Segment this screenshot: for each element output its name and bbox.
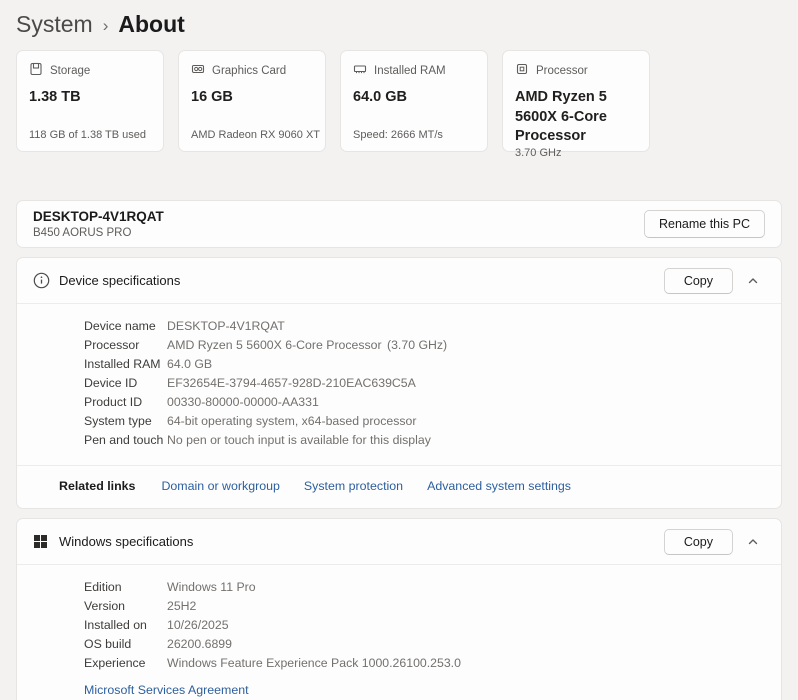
spec-row-version: Version 25H2 xyxy=(17,597,781,616)
storage-card[interactable]: Storage 1.38 TB 118 GB of 1.38 TB used xyxy=(16,50,164,152)
summary-cards-row: Storage 1.38 TB 118 GB of 1.38 TB used G… xyxy=(16,50,782,152)
graphics-card-icon xyxy=(191,62,205,79)
device-name: DESKTOP-4V1RQAT xyxy=(33,209,164,224)
windows-specifications-title: Windows specifications xyxy=(59,534,193,549)
rename-pc-button[interactable]: Rename this PC xyxy=(644,210,765,238)
processor-card-value: AMD Ryzen 5 5600X 6-Core Processor xyxy=(515,88,637,147)
device-specifications-header[interactable]: Device specifications Copy xyxy=(17,258,781,303)
spec-row-installed-on: Installed on 10/26/2025 xyxy=(17,616,781,635)
related-links-label: Related links xyxy=(59,479,135,493)
windows-specs-list: Edition Windows 11 Pro Version 25H2 Inst… xyxy=(17,565,781,700)
processor-card-label: Processor xyxy=(536,65,588,77)
chevron-right-icon: › xyxy=(103,14,109,36)
graphics-card-detail: AMD Radeon RX 9060 XT xyxy=(191,129,313,141)
spec-row-experience: Experience Windows Feature Experience Pa… xyxy=(17,654,781,673)
device-specs-list: Device name DESKTOP-4V1RQAT Processor AM… xyxy=(17,304,781,465)
graphics-card-label: Graphics Card xyxy=(212,65,286,77)
device-specifications-section: Device specifications Copy Device name D… xyxy=(16,257,782,509)
storage-icon xyxy=(29,62,43,79)
ram-icon xyxy=(353,62,367,79)
microsoft-links: Microsoft Services Agreement Microsoft S… xyxy=(17,673,781,700)
info-icon xyxy=(33,272,59,289)
processor-icon xyxy=(515,62,529,79)
breadcrumb-system[interactable]: System xyxy=(16,11,93,38)
installed-ram-card-detail: Speed: 2666 MT/s xyxy=(353,129,475,141)
processor-clock-speed: (3.70 GHz) xyxy=(387,336,447,355)
link-domain-or-workgroup[interactable]: Domain or workgroup xyxy=(161,479,279,493)
graphics-card-value: 16 GB xyxy=(191,88,313,108)
device-name-card: DESKTOP-4V1RQAT B450 AORUS PRO Rename th… xyxy=(16,200,782,248)
storage-card-label: Storage xyxy=(50,65,90,77)
graphics-card-card[interactable]: Graphics Card 16 GB AMD Radeon RX 9060 X… xyxy=(178,50,326,152)
link-microsoft-services-agreement[interactable]: Microsoft Services Agreement xyxy=(84,682,781,698)
chevron-up-icon[interactable] xyxy=(737,265,769,297)
page-title: About xyxy=(118,11,184,38)
breadcrumb: System › About xyxy=(16,0,782,50)
windows-specs-copy-button[interactable]: Copy xyxy=(664,529,733,555)
device-model: B450 AORUS PRO xyxy=(33,227,164,239)
spec-row-installed-ram: Installed RAM 64.0 GB xyxy=(17,355,781,374)
spec-row-os-build: OS build 26200.6899 xyxy=(17,635,781,654)
windows-specifications-section: Windows specifications Copy Edition Wind… xyxy=(16,518,782,700)
device-identity: DESKTOP-4V1RQAT B450 AORUS PRO xyxy=(33,209,164,239)
windows-specifications-header[interactable]: Windows specifications Copy xyxy=(17,519,781,564)
storage-card-detail: 118 GB of 1.38 TB used xyxy=(29,129,151,141)
spec-row-product-id: Product ID 00330-80000-00000-AA331 xyxy=(17,393,781,412)
link-system-protection[interactable]: System protection xyxy=(304,479,403,493)
processor-card[interactable]: Processor AMD Ryzen 5 5600X 6-Core Proce… xyxy=(502,50,650,152)
spec-row-processor: Processor AMD Ryzen 5 5600X 6-Core Proce… xyxy=(17,336,781,355)
spec-row-edition: Edition Windows 11 Pro xyxy=(17,578,781,597)
storage-card-value: 1.38 TB xyxy=(29,88,151,108)
about-settings-page: System › About Storage 1.38 TB 118 GB of… xyxy=(0,0,798,700)
processor-card-detail: 3.70 GHz xyxy=(515,147,637,159)
spec-row-device-name: Device name DESKTOP-4V1RQAT xyxy=(17,317,781,336)
installed-ram-card-value: 64.0 GB xyxy=(353,88,475,108)
device-specs-copy-button[interactable]: Copy xyxy=(664,268,733,294)
spec-row-system-type: System type 64-bit operating system, x64… xyxy=(17,412,781,431)
installed-ram-card-label: Installed RAM xyxy=(374,65,446,77)
windows-logo-icon xyxy=(33,534,59,549)
chevron-up-icon[interactable] xyxy=(737,526,769,558)
spec-row-device-id: Device ID EF32654E-3794-4657-928D-210EAC… xyxy=(17,374,781,393)
installed-ram-card[interactable]: Installed RAM 64.0 GB Speed: 2666 MT/s xyxy=(340,50,488,152)
device-specifications-title: Device specifications xyxy=(59,273,180,288)
related-links-row: Related links Domain or workgroup System… xyxy=(17,466,781,508)
spec-row-pen-and-touch: Pen and touch No pen or touch input is a… xyxy=(17,431,781,450)
link-advanced-system-settings[interactable]: Advanced system settings xyxy=(427,479,571,493)
